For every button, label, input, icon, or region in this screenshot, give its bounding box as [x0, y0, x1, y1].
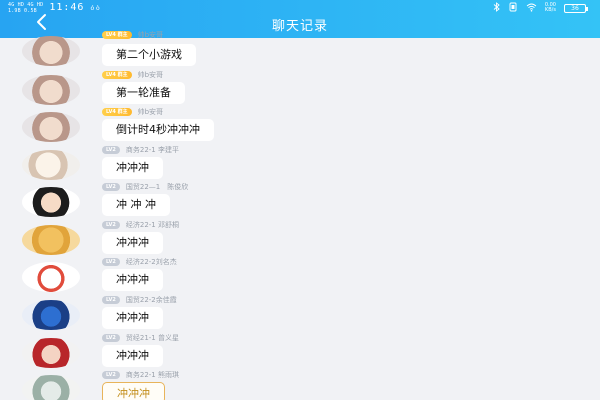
sender-name[interactable]: 国贸22-2余佳霞 — [126, 295, 177, 305]
avatar[interactable] — [22, 375, 80, 400]
chat-message: LV2 国贸22-2余佳霞 冲冲冲 — [0, 295, 600, 333]
chat-message: LV4 群主 帅b安哥 第二个小游戏 — [0, 30, 600, 66]
avatar[interactable] — [22, 75, 80, 105]
level-badge: LV2 — [102, 221, 120, 229]
level-badge: LV4 群主 — [102, 108, 132, 116]
wifi-icon — [526, 2, 537, 14]
avatar[interactable] — [22, 112, 80, 142]
message-meta: LV2 商务22-1 李建平 — [102, 145, 179, 155]
level-badge: LV2 — [102, 296, 120, 304]
level-badge: LV2 — [102, 371, 120, 379]
message-meta: LV2 贸经21-1 曾义星 — [102, 333, 179, 343]
message-bubble[interactable]: 倒计时4秒冲冲冲 — [102, 119, 214, 141]
chat-message: LV4 群主 帅b安哥 第一轮准备 — [0, 70, 600, 108]
sender-name[interactable]: 国贸22—1 陈俊欣 — [126, 182, 188, 192]
status-symbols: ó ò — [90, 5, 100, 12]
bluetooth-icon — [493, 2, 500, 14]
chat-message: LV2 商务22-1 李建平 冲冲冲 — [0, 145, 600, 183]
clock: 11:46 — [49, 2, 85, 13]
sender-name[interactable]: 经济22-2刘名杰 — [126, 257, 177, 267]
message-bubble[interactable]: 冲冲冲 — [102, 307, 163, 329]
avatar[interactable] — [22, 300, 80, 330]
level-badge: LV2 — [102, 258, 120, 266]
sender-name[interactable]: 帅b安哥 — [138, 107, 163, 117]
battery-icon: 36 — [564, 3, 588, 13]
avatar[interactable] — [22, 150, 80, 180]
message-meta: LV2 国贸22-2余佳霞 — [102, 295, 177, 305]
sender-name[interactable]: 商务22-1 李建平 — [126, 145, 179, 155]
message-bubble[interactable]: 冲冲冲 — [102, 232, 163, 254]
chat-message: LV2 经济22-1 邓舒桐 冲冲冲 — [0, 220, 600, 258]
message-bubble[interactable]: 冲冲冲 — [102, 157, 163, 179]
message-meta: LV2 国贸22—1 陈俊欣 — [102, 182, 188, 192]
chat-message: LV2 贸经21-1 曾义星 冲冲冲 — [0, 333, 600, 371]
sender-name[interactable]: 贸经21-1 曾义星 — [126, 333, 179, 343]
level-badge: LV2 — [102, 146, 120, 154]
message-bubble[interactable]: 冲 冲 冲 — [102, 194, 170, 216]
level-badge: LV4 群主 — [102, 31, 132, 39]
message-meta: LV4 群主 帅b安哥 — [102, 70, 163, 80]
message-bubble[interactable]: 冲冲冲 — [102, 382, 165, 400]
status-bar-left: 4G HD 4G HD 1.9B 0.5B 11:46 ó ò — [8, 2, 100, 14]
level-badge: LV2 — [102, 183, 120, 191]
sender-name[interactable]: 经济22-1 邓舒桐 — [126, 220, 179, 230]
message-meta: LV4 群主 帅b安哥 — [102, 30, 163, 40]
avatar[interactable] — [22, 338, 80, 368]
avatar[interactable] — [22, 36, 80, 66]
avatar[interactable] — [22, 187, 80, 217]
avatar[interactable] — [22, 225, 80, 255]
sender-name[interactable]: 帅b安哥 — [138, 30, 163, 40]
message-meta: LV2 经济22-2刘名杰 — [102, 257, 177, 267]
message-bubble[interactable]: 冲冲冲 — [102, 345, 163, 367]
chat-message: LV2 经济22-2刘名杰 冲冲冲 — [0, 257, 600, 295]
message-meta: LV2 经济22-1 邓舒桐 — [102, 220, 179, 230]
message-bubble[interactable]: 冲冲冲 — [102, 269, 163, 291]
message-bubble[interactable]: 第二个小游戏 — [102, 44, 196, 66]
status-bar-right: 0.00 KB/s 36 — [493, 2, 588, 14]
level-badge: LV4 群主 — [102, 71, 132, 79]
sender-name[interactable]: 商务22-1 熊雨琪 — [126, 370, 179, 380]
message-bubble[interactable]: 第一轮准备 — [102, 82, 185, 104]
chat-message: LV2 国贸22—1 陈俊欣 冲 冲 冲 — [0, 182, 600, 220]
chat-message: LV2 商务22-1 熊雨琪 冲冲冲 — [0, 370, 600, 400]
mute-icon — [508, 2, 518, 14]
avatar[interactable] — [22, 262, 80, 292]
chat-message: LV4 群主 帅b安哥 倒计时4秒冲冲冲 — [0, 107, 600, 145]
network-speed: 0.00 KB/s — [544, 2, 556, 13]
sender-name[interactable]: 帅b安哥 — [138, 70, 163, 80]
level-badge: LV2 — [102, 334, 120, 342]
message-meta: LV4 群主 帅b安哥 — [102, 107, 163, 117]
message-meta: LV2 商务22-1 熊雨琪 — [102, 370, 179, 380]
